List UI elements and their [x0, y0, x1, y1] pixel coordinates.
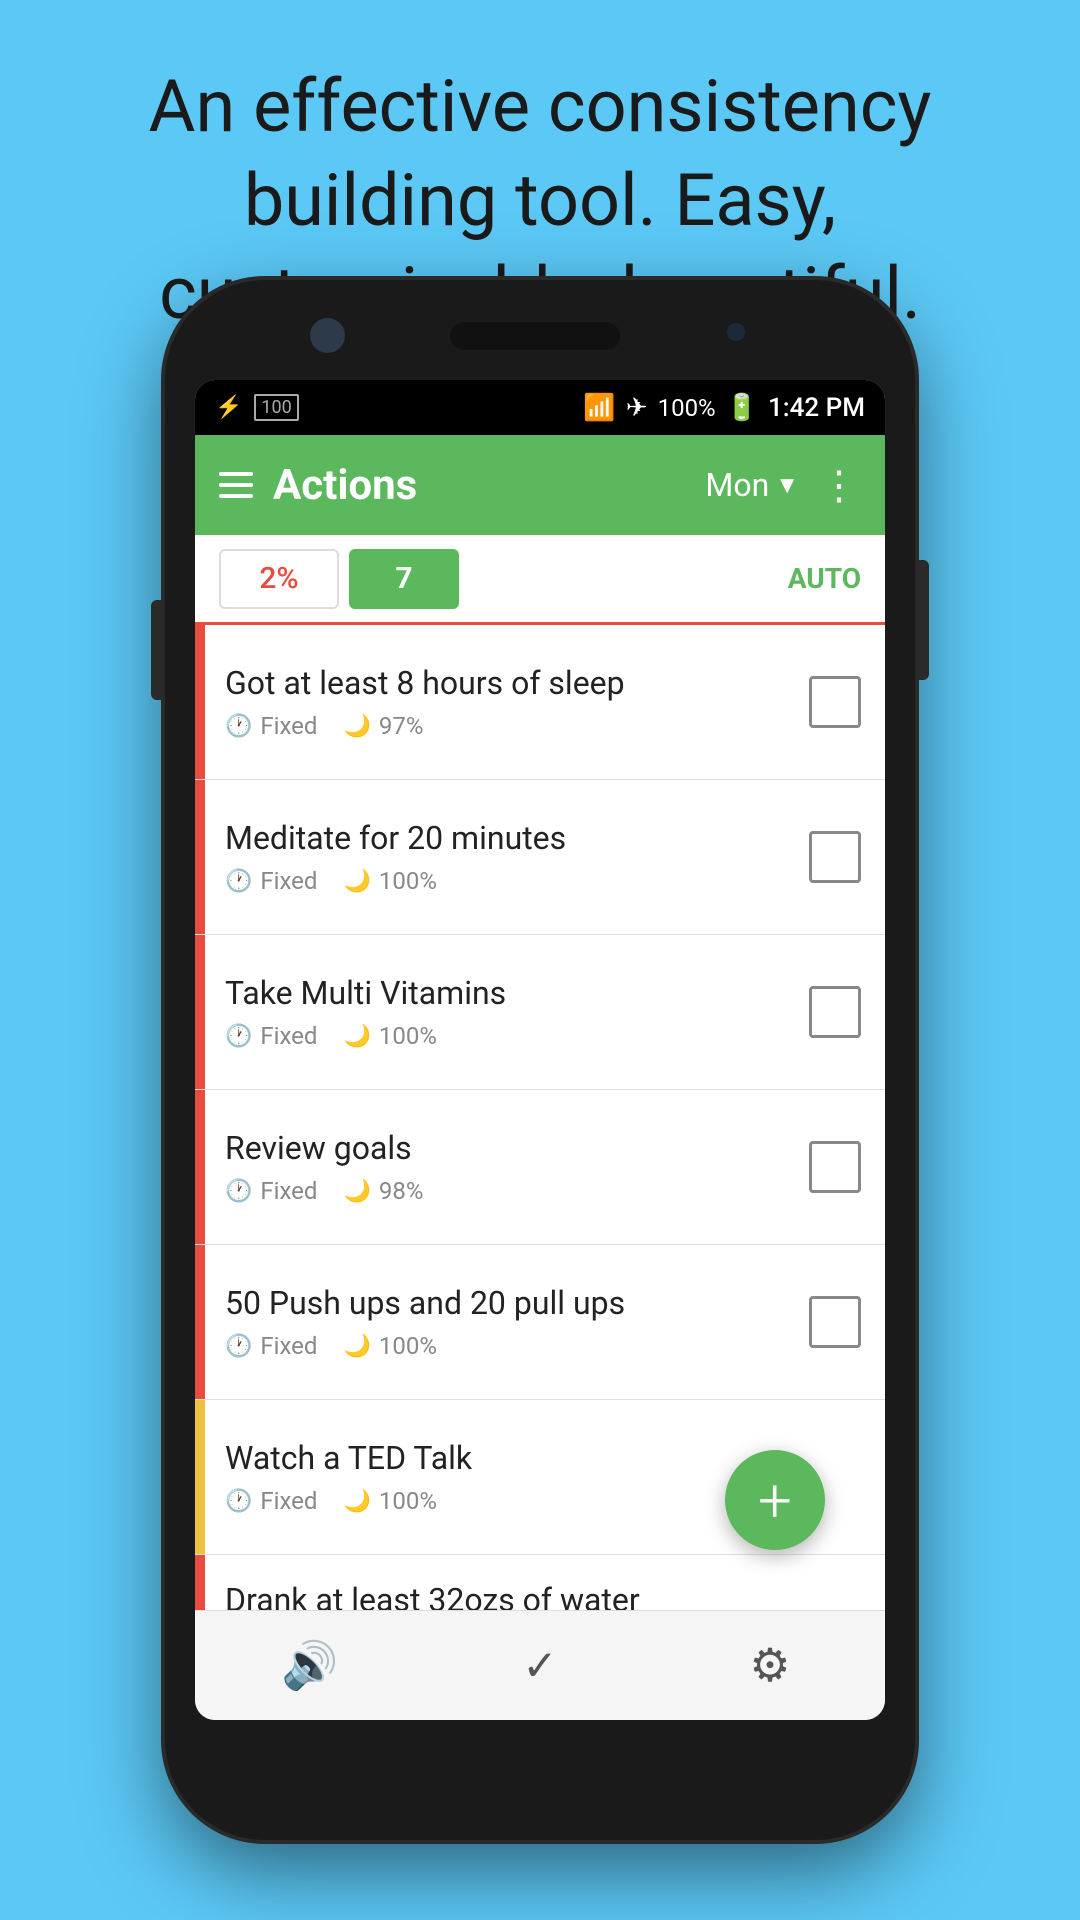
clock-icon: 🕐 [225, 1334, 252, 1359]
app-title: Actions [273, 461, 685, 510]
volume-icon: 🔊 [281, 1639, 338, 1693]
habit-meta: 🕐 Fixed 🌙 100% [225, 1487, 809, 1515]
habit-checkbox[interactable] [809, 986, 861, 1038]
habit-content: 50 Push ups and 20 pull ups 🕐 Fixed 🌙 10… [225, 1284, 809, 1360]
habit-stripe [195, 780, 205, 934]
moon-icon: 🌙 [343, 714, 370, 739]
habit-streak: 🌙 100% [343, 1487, 436, 1515]
app-bar: Actions Mon ▼ ⋮ [195, 435, 885, 535]
clock-icon: 🕐 [225, 714, 252, 739]
habit-name: 50 Push ups and 20 pull ups [225, 1284, 809, 1322]
airplane-icon: ✈ [626, 393, 648, 423]
hamburger-menu-button[interactable] [219, 472, 253, 498]
more-options-button[interactable]: ⋮ [819, 462, 861, 509]
habit-type: 🕐 Fixed [225, 1177, 317, 1205]
moon-icon: 🌙 [343, 1179, 370, 1204]
dropdown-arrow-icon: ▼ [775, 471, 799, 500]
moon-icon: 🌙 [343, 1024, 370, 1049]
habit-name: Meditate for 20 minutes [225, 819, 809, 857]
habit-checkbox[interactable] [809, 831, 861, 883]
volume-button [151, 600, 163, 700]
wifi-icon: 📶 [583, 393, 615, 423]
habit-stripe [195, 625, 205, 779]
habit-meta: 🕐 Fixed 🌙 100% [225, 1332, 809, 1360]
habit-checkbox[interactable] [809, 1296, 861, 1348]
habit-stripe [195, 1245, 205, 1399]
stats-row: 2% 7 AUTO [195, 535, 885, 625]
habit-checkbox[interactable] [809, 676, 861, 728]
habit-meta: 🕐 Fixed 🌙 98% [225, 1177, 809, 1205]
habit-type: 🕐 Fixed [225, 1022, 317, 1050]
list-item: Take Multi Vitamins 🕐 Fixed 🌙 100% [195, 935, 885, 1090]
moon-icon: 🌙 [343, 869, 370, 894]
speaker [450, 322, 620, 350]
phone-frame: ⚡ 100 📶 ✈ 100% 🔋 1:42 PM [165, 280, 915, 1840]
habit-stripe [195, 935, 205, 1089]
habit-content: Watch a TED Talk 🕐 Fixed 🌙 100% [225, 1439, 809, 1515]
habit-stripe [195, 1090, 205, 1244]
habit-meta: 🕐 Fixed 🌙 100% [225, 867, 809, 895]
habit-name: Review goals [225, 1129, 809, 1167]
battery-pct: 100% [658, 394, 716, 422]
clock-icon: 🕐 [225, 1024, 252, 1049]
habit-type: 🕐 Fixed [225, 1487, 317, 1515]
habit-type: 🕐 Fixed [225, 712, 317, 740]
habit-name: Take Multi Vitamins [225, 974, 809, 1012]
habit-meta: 🕐 Fixed 🌙 97% [225, 712, 809, 740]
habit-content: Take Multi Vitamins 🕐 Fixed 🌙 100% [225, 974, 809, 1050]
habit-stripe [195, 1400, 205, 1554]
status-left: ⚡ 100 [215, 394, 299, 421]
bottom-nav: 🔊 ✓ ⚙ [195, 1610, 885, 1720]
add-icon: + [758, 1465, 792, 1536]
status-right: 📶 ✈ 100% 🔋 1:42 PM [583, 393, 865, 423]
moon-icon: 🌙 [343, 1489, 370, 1514]
habit-count: 7 [349, 549, 459, 609]
list-item: Got at least 8 hours of sleep 🕐 Fixed 🌙 … [195, 625, 885, 780]
habit-name: Got at least 8 hours of sleep [225, 664, 809, 702]
volume-nav-button[interactable]: 🔊 [270, 1626, 350, 1706]
light-sensor [727, 323, 745, 341]
habit-streak: 🌙 100% [343, 867, 436, 895]
list-item: 50 Push ups and 20 pull ups 🕐 Fixed 🌙 10… [195, 1245, 885, 1400]
camera [310, 318, 345, 353]
add-habit-button[interactable]: + [725, 1450, 825, 1550]
clock-icon: 🕐 [225, 1489, 252, 1514]
settings-nav-button[interactable]: ⚙ [730, 1626, 810, 1706]
habit-streak: 🌙 100% [343, 1022, 436, 1050]
completion-percentage: 2% [219, 549, 339, 609]
phone-screen: ⚡ 100 📶 ✈ 100% 🔋 1:42 PM [195, 380, 885, 1720]
habit-content: Got at least 8 hours of sleep 🕐 Fixed 🌙 … [225, 664, 809, 740]
habit-name: Watch a TED Talk [225, 1439, 809, 1477]
clock-icon: 🕐 [225, 869, 252, 894]
day-label: Mon [705, 466, 769, 504]
usb-icon: ⚡ [215, 395, 242, 420]
moon-icon: 🌙 [343, 1334, 370, 1359]
battery-status-icon: 100 [254, 394, 298, 421]
clock-icon: 🕐 [225, 1179, 252, 1204]
habit-checkbox[interactable] [809, 1141, 861, 1193]
check-nav-button[interactable]: ✓ [500, 1626, 580, 1706]
habit-type: 🕐 Fixed [225, 1332, 317, 1360]
auto-label[interactable]: AUTO [459, 562, 861, 595]
battery-icon: 🔋 [726, 393, 758, 423]
gear-icon: ⚙ [749, 1638, 790, 1693]
habit-content: Meditate for 20 minutes 🕐 Fixed 🌙 100% [225, 819, 809, 895]
habit-streak: 🌙 98% [343, 1177, 423, 1205]
check-icon: ✓ [522, 1641, 557, 1691]
power-button [917, 560, 929, 680]
habit-content: Review goals 🕐 Fixed 🌙 98% [225, 1129, 809, 1205]
day-selector-button[interactable]: Mon ▼ [705, 466, 799, 504]
list-item: Review goals 🕐 Fixed 🌙 98% [195, 1090, 885, 1245]
habit-type: 🕐 Fixed [225, 867, 317, 895]
habit-meta: 🕐 Fixed 🌙 100% [225, 1022, 809, 1050]
list-item: Meditate for 20 minutes 🕐 Fixed 🌙 100% [195, 780, 885, 935]
habit-streak: 🌙 97% [343, 712, 423, 740]
status-bar: ⚡ 100 📶 ✈ 100% 🔋 1:42 PM [195, 380, 885, 435]
habit-streak: 🌙 100% [343, 1332, 436, 1360]
status-time: 1:42 PM [768, 393, 865, 423]
